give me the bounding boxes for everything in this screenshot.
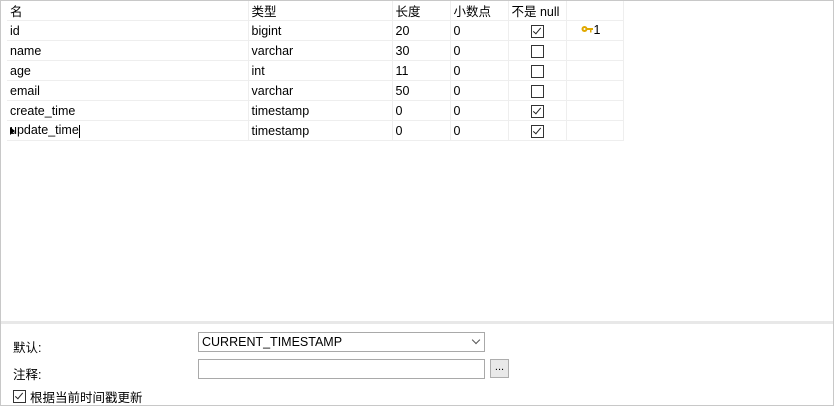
field-decimals-text: 0 [453,23,461,38]
text-caret [78,124,80,138]
column-header-length[interactable]: 长度 [392,1,451,21]
key-icon [581,26,593,33]
table-header: 名 类型 长度 小数点 不是 null [7,1,624,21]
field-length-text: 0 [395,103,403,118]
auto-update-checkbox[interactable] [13,390,26,403]
field-type-text: varchar [251,43,294,58]
column-header-not-null[interactable]: 不是 null [508,1,567,21]
field-length-cell[interactable]: 50 [392,80,451,101]
default-label: 默认: [13,341,42,355]
field-length-text: 30 [395,43,410,58]
not-null-checkbox[interactable] [530,124,544,138]
field-length-cell[interactable]: 30 [392,40,451,61]
field-decimals-text: 0 [453,103,461,118]
field-name-cell[interactable]: age [7,60,249,81]
field-type-cell[interactable]: timestamp [248,120,393,141]
field-length-cell[interactable]: 0 [392,120,451,141]
row-pointer-icon [10,127,15,135]
field-name-text: update_time [10,123,79,138]
field-type-cell[interactable]: bigint [248,20,393,41]
auto-update-checkbox-row[interactable]: 根据当前时间戳更新 [13,387,143,406]
not-null-checkbox[interactable] [530,24,544,38]
field-decimals-cell[interactable]: 0 [450,80,509,101]
field-type-text: timestamp [251,123,310,138]
field-decimals-cell[interactable]: 0 [450,120,509,141]
table-row[interactable]: name varchar 30 0 [7,40,624,61]
column-header-decimals[interactable]: 小数点 [450,1,509,21]
not-null-cell [508,20,567,41]
field-decimals-cell[interactable]: 0 [450,40,509,61]
key-cell [566,40,624,61]
table-row[interactable]: create_time timestamp 0 0 [7,100,624,121]
table-row[interactable]: id bigint 20 0 1 [7,20,624,41]
not-null-cell [508,120,567,141]
fields-grid[interactable]: 名 类型 长度 小数点 不是 null id bigint 20 0 1 name varc… [1,1,833,321]
auto-update-label: 根据当前时间戳更新 [30,391,143,405]
table-row[interactable]: age int 11 0 [7,60,624,81]
field-name-cell[interactable]: update_time [7,120,249,141]
comment-input[interactable] [198,359,485,379]
key-order-text: 1 [593,23,601,37]
not-null-cell [508,80,567,101]
chevron-down-icon[interactable] [471,335,481,345]
not-null-checkbox[interactable] [530,44,544,58]
not-null-cell [508,100,567,121]
field-type-text: bigint [251,23,282,38]
field-length-text: 20 [395,23,410,38]
fields-table: 名 类型 长度 小数点 不是 null id bigint 20 0 1 name varc… [7,1,624,141]
key-cell: 1 [566,20,624,41]
field-decimals-cell[interactable]: 0 [450,60,509,81]
field-decimals-text: 0 [453,63,461,78]
column-header-type[interactable]: 类型 [248,1,393,21]
default-value-select[interactable]: CURRENT_TIMESTAMP [198,332,485,352]
not-null-checkbox[interactable] [530,64,544,78]
field-length-text: 50 [395,83,410,98]
not-null-checkbox[interactable] [530,104,544,118]
key-cell [566,80,624,101]
field-length-cell[interactable]: 0 [392,100,451,121]
not-null-checkbox[interactable] [530,84,544,98]
table-row[interactable]: update_time timestamp 0 0 [7,120,624,141]
field-name-text: email [10,83,40,98]
field-length-cell[interactable]: 11 [392,60,451,81]
primary-key-marker: 1 [581,23,601,37]
default-value-text: CURRENT_TIMESTAMP [202,335,343,349]
field-length-text: 0 [395,123,403,138]
field-type-cell[interactable]: timestamp [248,100,393,121]
field-type-text: varchar [251,83,294,98]
key-cell [566,60,624,81]
field-decimals-cell[interactable]: 0 [450,20,509,41]
key-cell [566,120,624,141]
field-name-cell[interactable]: name [7,40,249,61]
field-type-cell[interactable]: varchar [248,80,393,101]
field-type-cell[interactable]: varchar [248,40,393,61]
field-length-text: 11 [395,63,409,78]
field-name-text: name [10,43,42,58]
field-name-text: create_time [10,103,76,118]
field-decimals-text: 0 [453,83,461,98]
not-null-cell [508,40,567,61]
key-cell [566,100,624,121]
field-decimals-text: 0 [453,123,461,138]
comment-browse-button[interactable]: ... [490,359,509,378]
field-decimals-text: 0 [453,43,461,58]
field-type-text: int [251,63,265,78]
field-name-cell[interactable]: id [7,20,249,41]
column-header-key[interactable] [566,1,624,21]
field-name-text: id [10,23,20,38]
field-name-cell[interactable]: email [7,80,249,101]
field-length-cell[interactable]: 20 [392,20,451,41]
field-decimals-cell[interactable]: 0 [450,100,509,121]
table-row[interactable]: email varchar 50 0 [7,80,624,101]
field-name-text: age [10,63,31,78]
field-name-cell[interactable]: create_time [7,100,249,121]
field-type-text: timestamp [251,103,310,118]
comment-label: 注释: [13,368,42,382]
field-type-cell[interactable]: int [248,60,393,81]
not-null-cell [508,60,567,81]
column-header-name[interactable]: 名 [7,1,249,21]
